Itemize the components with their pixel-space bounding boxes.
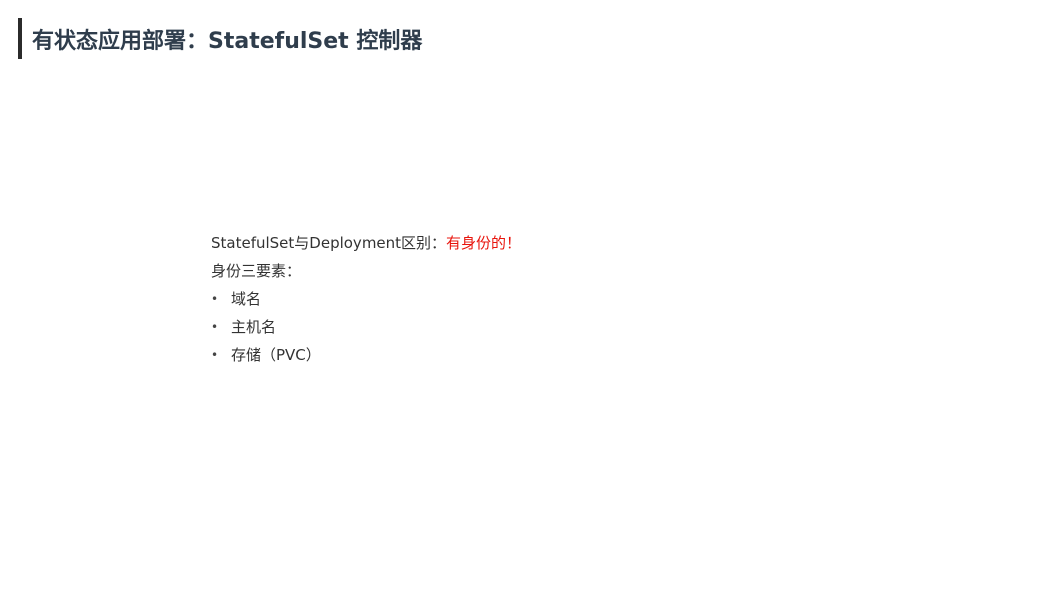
list-item-label: 域名 [231,290,262,308]
bullet-icon: • [211,292,219,306]
list-item: • 域名 [211,285,521,313]
slide-content: StatefulSet与Deployment区别：有身份的！ 身份三要素： • … [211,229,521,369]
bullet-icon: • [211,320,219,334]
intro-line: StatefulSet与Deployment区别：有身份的！ [211,229,521,257]
list-item-label: 存储（PVC） [231,346,321,364]
intro-text: StatefulSet与Deployment区别： [211,234,447,252]
identity-elements-list: • 域名 • 主机名 • 存储（PVC） [211,285,521,369]
subheading: 身份三要素： [211,262,302,280]
list-item-label: 主机名 [231,318,277,336]
list-item: • 存储（PVC） [211,341,521,369]
bullet-icon: • [211,348,219,362]
title-accent-bar [18,18,22,59]
intro-highlight: 有身份的！ [446,234,522,252]
page-title: 有状态应用部署：StatefulSet 控制器 [32,28,423,54]
list-item: • 主机名 [211,313,521,341]
slide-header: 有状态应用部署：StatefulSet 控制器 [18,18,422,59]
